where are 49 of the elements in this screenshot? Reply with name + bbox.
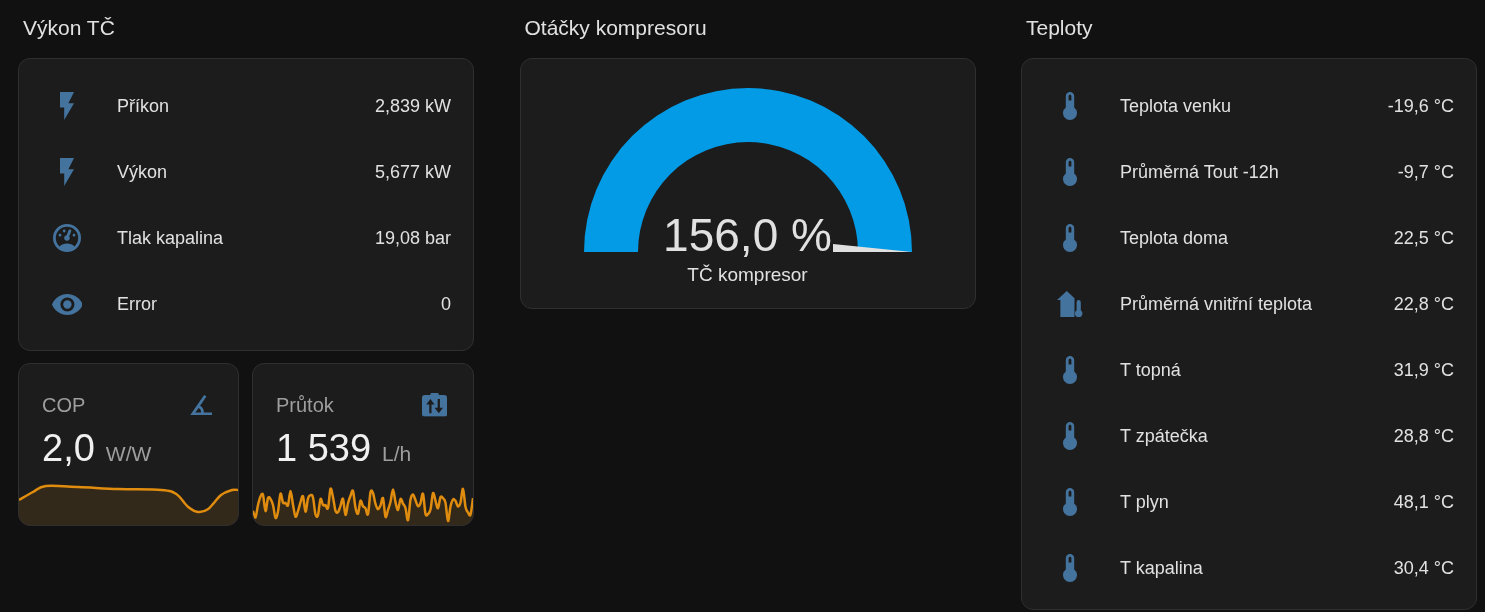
angle-icon (189, 394, 212, 416)
entity-name: Error (117, 293, 157, 315)
tile-unit: W/W (105, 442, 152, 466)
gauge-value: 156,0 % (663, 212, 832, 258)
entity-value: 0 (441, 293, 451, 315)
entity-value: -9,7 °C (1397, 161, 1454, 183)
tile-value: 2,0 (42, 426, 95, 470)
thermometer-icon (1063, 224, 1077, 252)
entity-name: Teplota venku (1120, 95, 1232, 117)
thermometer-icon (1063, 488, 1077, 516)
entity-name: T zpátečka (1120, 425, 1208, 447)
entity-value: 48,1 °C (1393, 491, 1454, 513)
tile-title: COP (42, 393, 86, 417)
entity-value: -19,6 °C (1387, 95, 1454, 117)
entity-value: 2,839 kW (374, 95, 451, 117)
lightning-bolt-icon (60, 92, 74, 120)
entity-value: 30,4 °C (1393, 557, 1454, 579)
entity-name: T kapalina (1120, 557, 1203, 579)
entity-value: 22,5 °C (1393, 227, 1454, 249)
thermometer-icon (1063, 356, 1077, 384)
entity-name: T topná (1120, 359, 1181, 381)
tile-unit: L/h (382, 442, 412, 466)
entity-name: Příkon (117, 95, 170, 117)
house-thermometer-icon (1057, 290, 1083, 318)
entity-value: 31,9 °C (1393, 359, 1454, 381)
dial-icon (53, 224, 81, 252)
tile-title: Průtok (276, 393, 334, 417)
section-title: Výkon TČ (23, 16, 115, 40)
lightning-bolt-icon (60, 158, 74, 186)
entity-name: T plyn (1120, 491, 1169, 513)
entity-name: Teplota doma (1120, 227, 1229, 249)
thermometer-icon (1063, 158, 1077, 186)
entity-value: 19,08 bar (374, 227, 451, 249)
thermometer-icon (1063, 422, 1077, 450)
section-title: Teploty (1026, 16, 1093, 40)
entity-name: Výkon (117, 161, 168, 183)
entity-name: Průměrná vnitřní teplota (1120, 293, 1313, 315)
entity-name: Průměrná Tout -12h (1120, 161, 1279, 183)
eye-icon (51, 293, 83, 315)
thermometer-icon (1063, 554, 1077, 582)
gauge-label: TČ kompresor (687, 264, 808, 285)
entity-value: 5,677 kW (374, 161, 451, 183)
entity-value: 28,8 °C (1393, 425, 1454, 447)
arrows-up-down-icon (421, 393, 447, 417)
entity-value: 22,8 °C (1393, 293, 1454, 315)
thermometer-icon (1063, 92, 1077, 120)
tile-value: 1 539 (276, 426, 372, 470)
entity-name: Tlak kapalina (117, 227, 224, 249)
section-title: Otáčky kompresoru (524, 16, 707, 40)
